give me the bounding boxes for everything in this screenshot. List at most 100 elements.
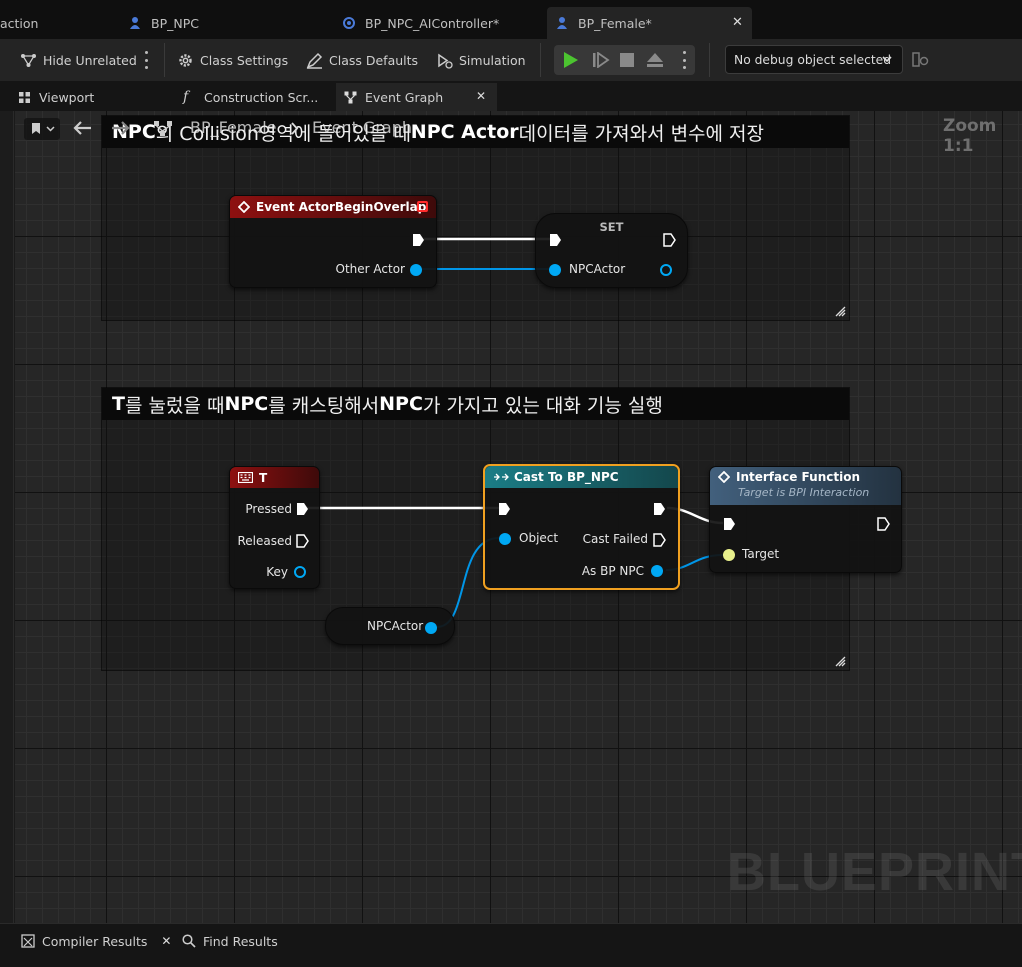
tab-event-graph[interactable]: Event Graph ✕ (336, 83, 497, 111)
node-subtitle: Target is BPI Interaction (738, 486, 870, 499)
breadcrumb: BP_Female Event Graph (14, 111, 1022, 147)
get-npcactor-node[interactable]: NPCActor (325, 607, 455, 645)
event-icon (238, 201, 250, 213)
simulation-button[interactable]: Simulation (436, 47, 526, 73)
hide-unrelated-button[interactable]: Hide Unrelated (20, 47, 137, 73)
step-forward-icon[interactable] (592, 52, 610, 68)
more-options-icon[interactable] (144, 51, 148, 69)
tab-compiler-results[interactable]: Compiler Results ✕ (21, 928, 171, 954)
left-panel-edge[interactable] (0, 111, 14, 923)
breadcrumb-root[interactable]: BP_Female (190, 118, 276, 137)
gear-icon (179, 53, 192, 67)
event-graph-icon (344, 91, 357, 103)
class-defaults-button[interactable]: Class Defaults (306, 47, 418, 73)
toolbar-divider (164, 43, 165, 77)
blueprint-watermark: BLUEPRINT (727, 842, 1022, 902)
close-icon[interactable]: ✕ (161, 934, 171, 948)
pin-label-released: Released (237, 534, 292, 548)
class-settings-button[interactable]: Class Settings (177, 47, 288, 73)
doc-tab-label: BP_Female* (578, 15, 652, 31)
doc-tab-label: BP_NPC_AIController* (365, 15, 500, 31)
forward-arrow-icon[interactable] (111, 120, 131, 136)
doc-tab-bp-female[interactable]: BP_Female* ✕ (547, 7, 752, 39)
pin-label-cast-failed: Cast Failed (582, 532, 648, 546)
node-header[interactable]: Interface Function Target is BPI Interac… (710, 467, 901, 505)
node-header[interactable]: T (230, 467, 319, 488)
exec-in-pin-icon[interactable] (549, 233, 562, 247)
close-icon[interactable]: ✕ (476, 89, 486, 103)
object-pin-icon[interactable] (499, 533, 511, 545)
hide-unrelated-label: Hide Unrelated (43, 52, 137, 68)
play-controls (554, 45, 695, 75)
event-graph-canvas[interactable]: NPC 의 Collision 영역에 들어있을 때 NPC Actor 데이터를… (15, 111, 1022, 923)
class-settings-label: Class Settings (200, 52, 289, 68)
exec-out-pin-icon[interactable] (653, 533, 666, 547)
back-arrow-icon[interactable] (72, 120, 92, 136)
pin-label-object: Object (519, 531, 559, 545)
node-header[interactable]: Event ActorBeginOverlap (230, 196, 436, 218)
exec-out-pin-icon[interactable] (653, 502, 666, 516)
pin-label-key: Key (266, 565, 288, 579)
object-pin-icon[interactable] (425, 622, 437, 634)
node-title: Event ActorBeginOverlap (256, 200, 427, 214)
event-actor-begin-overlap-node[interactable]: Event ActorBeginOverlap Other Actor (229, 195, 437, 288)
object-out-pin-icon[interactable] (660, 264, 672, 276)
exec-out-pin-icon[interactable] (663, 233, 676, 247)
play-icon[interactable] (562, 51, 580, 69)
cast-to-bp-npc-node[interactable]: Cast To BP_NPC Object Cast Failed As BP … (483, 464, 680, 590)
close-icon[interactable]: ✕ (732, 15, 743, 30)
search-icon (182, 934, 196, 948)
tab-label: Compiler Results (42, 933, 148, 949)
class-defaults-label: Class Defaults (329, 52, 419, 68)
doc-tab-bp-npc[interactable]: BP_NPC (128, 7, 328, 39)
exec-out-pin-icon[interactable] (296, 502, 309, 516)
editor-sub-tabs: Viewport f Construction Scr... Event Gra… (0, 81, 1022, 111)
chevron-down-icon (882, 56, 892, 63)
debug-filter-icon[interactable] (912, 51, 930, 68)
doc-tab-label: BP_NPC (151, 15, 199, 31)
exec-out-pin-icon[interactable] (877, 517, 890, 531)
keyboard-icon (238, 472, 253, 483)
blueprint-actor-icon (557, 17, 567, 29)
bookmark-button[interactable] (24, 118, 60, 140)
exec-out-pin-icon[interactable] (296, 534, 309, 548)
tab-label: Event Graph (365, 89, 444, 105)
target-pin-icon[interactable] (723, 549, 735, 561)
node-title: T (259, 470, 268, 485)
event-graph-icon (154, 121, 172, 136)
pin-label-other-actor: Other Actor (335, 262, 405, 276)
play-options-icon[interactable] (682, 51, 686, 69)
ai-controller-icon (343, 17, 355, 29)
interface-function-node[interactable]: Interface Function Target is BPI Interac… (709, 466, 902, 573)
tab-viewport[interactable]: Viewport (18, 83, 168, 111)
eject-icon[interactable] (646, 52, 664, 68)
object-pin-icon[interactable] (410, 264, 422, 276)
exec-out-pin-icon[interactable] (412, 233, 425, 247)
chevron-down-icon (46, 126, 55, 132)
hide-unrelated-icon (21, 53, 36, 67)
pin-label-npcactor: NPCActor (569, 262, 626, 276)
cast-icon (494, 473, 509, 481)
tab-find-results[interactable]: Find Results (182, 928, 278, 954)
delegate-pin-icon[interactable] (417, 201, 428, 212)
document-tab-bar: action BP_NPC BP_NPC_AIController* BP_Fe… (0, 0, 1022, 39)
bookmark-icon (32, 123, 40, 134)
tab-construction-script[interactable]: f Construction Scr... (183, 83, 333, 111)
object-pin-icon[interactable] (651, 565, 663, 577)
node-header[interactable]: Cast To BP_NPC (485, 466, 678, 488)
set-variable-node[interactable]: SET NPCActor (535, 213, 688, 288)
pin-label-pressed: Pressed (245, 502, 292, 516)
object-pin-icon[interactable] (549, 264, 561, 276)
debug-object-select[interactable]: No debug object selected (725, 45, 903, 74)
pin-label-target: Target (742, 547, 780, 561)
stop-icon[interactable] (620, 53, 634, 67)
toolbar-divider (540, 43, 541, 77)
struct-out-pin-icon[interactable] (294, 566, 306, 578)
exec-in-pin-icon[interactable] (723, 517, 736, 531)
blueprint-actor-icon (130, 17, 140, 29)
compiler-results-icon (21, 934, 35, 948)
key-t-event-node[interactable]: T Pressed Released Key (229, 466, 320, 589)
doc-tab-bp-npc-aicontroller[interactable]: BP_NPC_AIController* (342, 7, 542, 39)
doc-tab-action[interactable]: action (0, 7, 110, 39)
exec-in-pin-icon[interactable] (498, 502, 511, 516)
